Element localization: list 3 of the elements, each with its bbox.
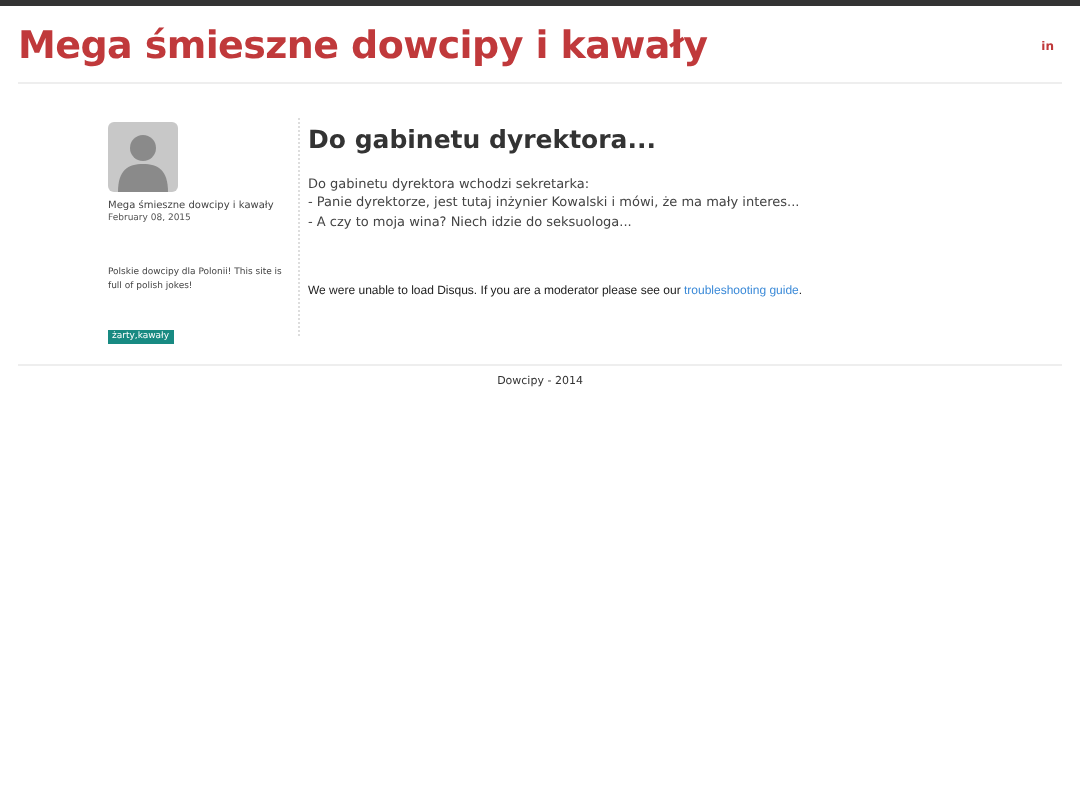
avatar-icon xyxy=(108,122,178,192)
post-title: Do gabinetu dyrektora... xyxy=(308,122,658,154)
site-title[interactable]: Mega śmieszne dowcipy i kawały xyxy=(18,24,708,68)
